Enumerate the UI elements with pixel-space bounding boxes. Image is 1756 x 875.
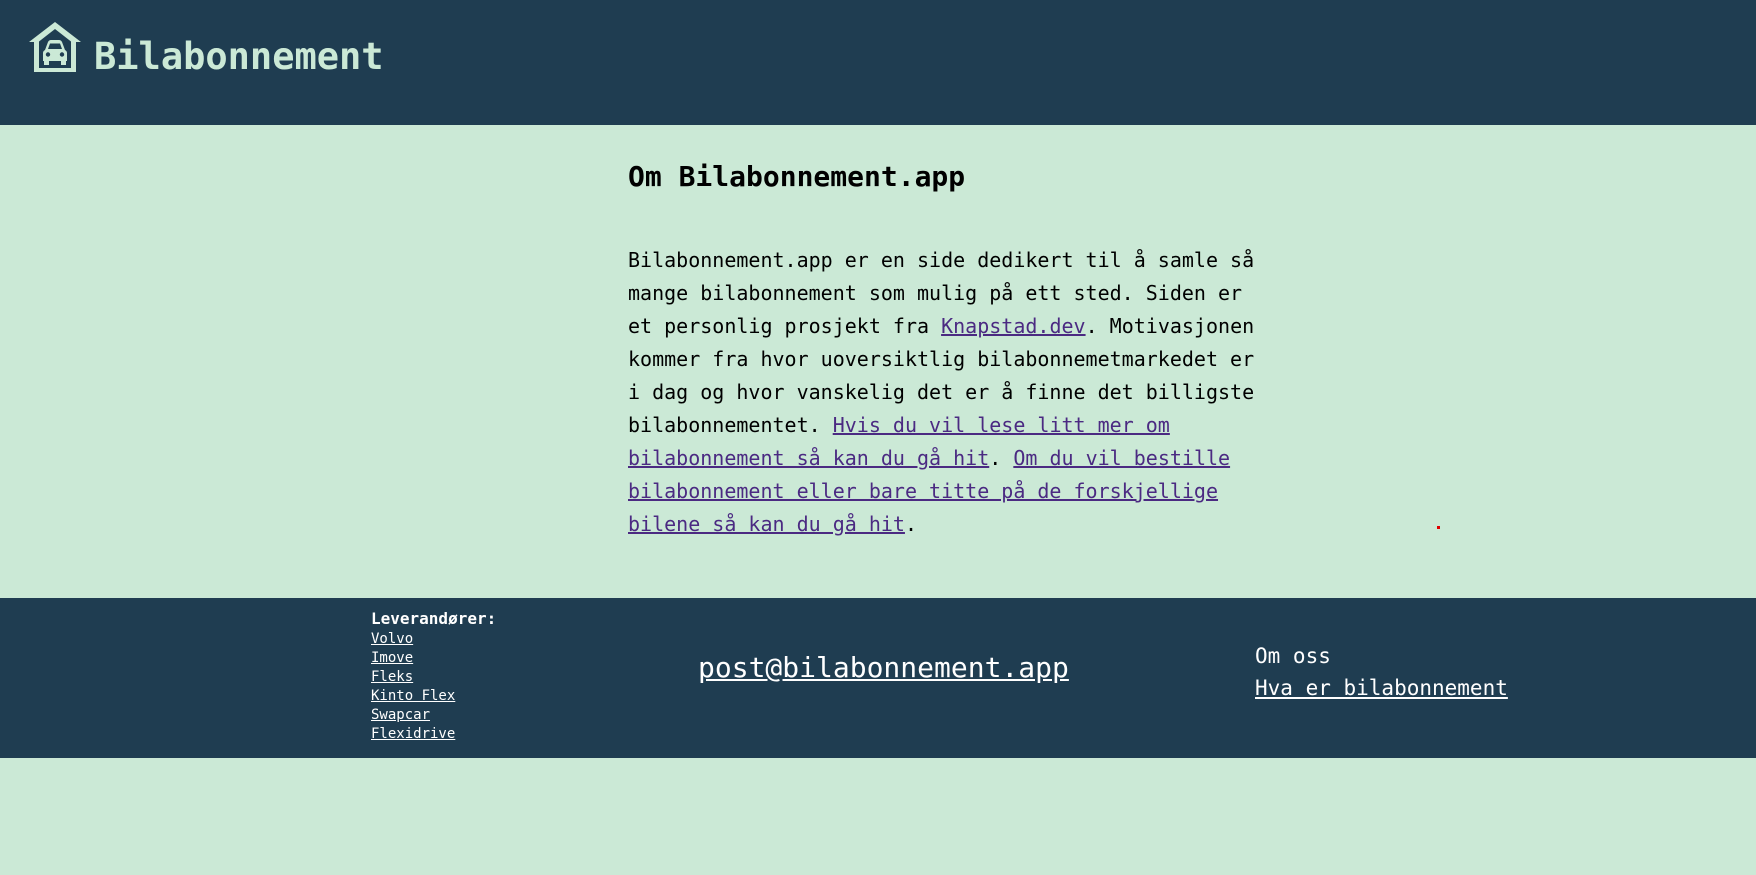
site-footer: Leverandører: Volvo Imove Fleks Kinto Fl… (0, 598, 1756, 758)
suppliers-heading: Leverandører: (371, 609, 497, 628)
about-paragraph: Bilabonnement.app er en side dedikert ti… (628, 244, 1268, 541)
main-content: Om Bilabonnement.app Bilabonnement.app e… (628, 158, 1268, 541)
supplier-link-volvo[interactable]: Volvo (371, 631, 413, 647)
red-dot (1437, 526, 1440, 529)
list-item: Imove (371, 649, 496, 668)
supplier-link-flexidrive[interactable]: Flexidrive (371, 726, 455, 742)
about-text-part: . (904, 512, 917, 536)
list-item: Kinto Flex (371, 687, 496, 706)
list-item: Volvo (371, 630, 496, 649)
supplier-link-imove[interactable]: Imove (371, 650, 413, 666)
footer-links: Om oss Hva er bilabonnement (1255, 640, 1508, 704)
house-car-icon[interactable] (27, 20, 83, 74)
list-item: Swapcar (371, 706, 496, 725)
suppliers-list: Volvo Imove Fleks Kinto Flex Swapcar Fle… (371, 630, 496, 744)
page-title: Om Bilabonnement.app (628, 160, 966, 193)
supplier-link-swapcar[interactable]: Swapcar (371, 707, 430, 723)
supplier-link-kinto-flex[interactable]: Kinto Flex (371, 688, 455, 704)
about-text-part: . (989, 446, 1014, 470)
site-header: Bilabonnement (0, 0, 1756, 125)
supplier-link-fleks[interactable]: Fleks (371, 669, 413, 685)
list-item: Fleks (371, 668, 496, 687)
knapstad-link[interactable]: Knapstad.dev (941, 314, 1086, 338)
site-title[interactable]: Bilabonnement (94, 38, 384, 75)
suppliers-section: Leverandører: Volvo Imove Fleks Kinto Fl… (371, 608, 496, 744)
email-link[interactable]: post@bilabonnement.app (698, 651, 1069, 685)
list-item: Flexidrive (371, 725, 496, 744)
about-us-label: Om oss (1255, 644, 1331, 668)
what-is-subscription-link[interactable]: Hva er bilabonnement (1255, 672, 1508, 704)
